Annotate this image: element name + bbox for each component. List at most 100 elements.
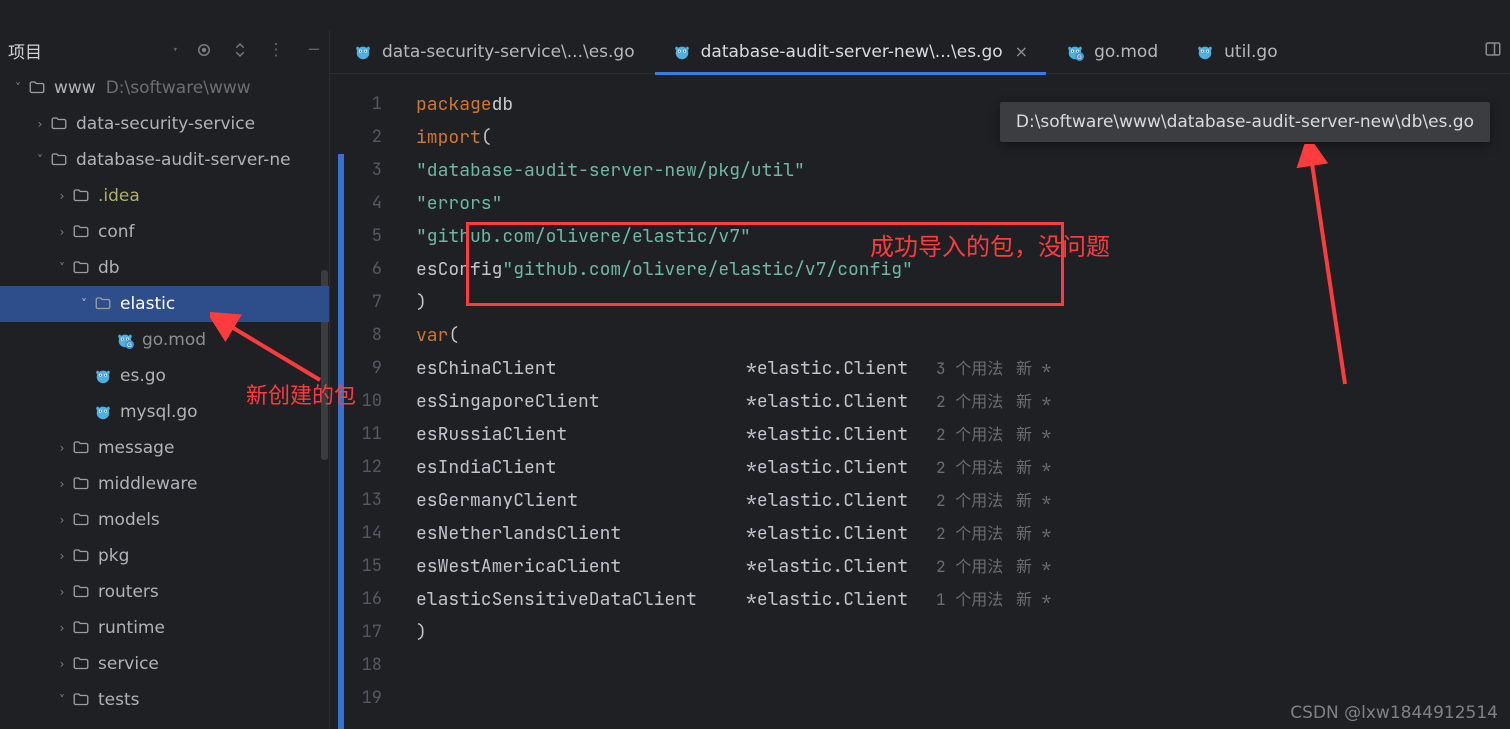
chevron-down-icon[interactable]: ▾ [172,42,179,58]
tree-arrow-icon[interactable]: ˅ [54,693,70,707]
settings-icon[interactable]: ⋮ [265,39,287,61]
go-file-icon [354,43,372,61]
tree-folder[interactable]: ›conf [0,214,329,250]
watermark: CSDN @lxw1844912514 [1290,703,1498,723]
expand-all-icon[interactable] [229,39,251,61]
tree-item-label: message [98,438,174,458]
tree-arrow-icon[interactable]: › [54,189,70,203]
tree-folder[interactable]: ˅ db [0,250,329,286]
project-tree[interactable]: ˅wwwD:\software\www›data-security-servic… [0,70,329,729]
close-icon[interactable]: × [1015,42,1028,61]
tree-arrow-icon[interactable]: › [32,117,48,131]
code-line[interactable]: ) [416,286,1510,319]
editor-tab[interactable]: util.go [1178,30,1295,74]
code-line[interactable]: "database-audit-server-new/pkg/util" [416,154,1510,187]
tree-folder[interactable]: › routers [0,574,329,610]
folder-icon [70,583,92,601]
code-line[interactable]: esIndiaClient*elastic.Client2 个用法 新 * [416,451,1510,484]
tree-arrow-icon[interactable]: › [54,441,70,455]
tree-item-label: .idea [98,186,140,206]
change-marker [338,154,344,729]
code-line[interactable]: elasticSensitiveDataClient*elastic.Clien… [416,583,1510,616]
tab-overflow [1484,40,1510,63]
tree-item-label: go.mod [142,330,206,350]
code-line[interactable]: esSingaporeClient*elastic.Client2 个用法 新 … [416,385,1510,418]
editor-tab[interactable]: database-audit-server-new\...\es.go× [655,30,1046,74]
folder-icon [70,223,92,241]
sidebar-header: 项目 ▾ ⋮ — [0,30,329,70]
tree-folder[interactable]: ˅wwwD:\software\www [0,70,329,106]
tree-folder[interactable]: ˅tests [0,682,329,718]
tree-file[interactable]: ·es.go [0,358,329,394]
code-content[interactable]: package dbimport ( "database-audit-serve… [398,74,1510,729]
code-line[interactable]: "errors" [416,187,1510,220]
sidebar-title[interactable]: 项目 [8,38,42,63]
code-line[interactable]: var ( [416,319,1510,352]
tree-folder[interactable]: › message [0,430,329,466]
tree-folder[interactable]: › .idea [0,178,329,214]
tree-folder[interactable]: › pkg [0,538,329,574]
tree-arrow-icon[interactable]: ˅ [10,81,26,95]
tree-item-label: middleware [98,474,197,494]
tree-arrow-icon[interactable]: › [54,513,70,527]
tree-file[interactable]: ·mysql.go [0,394,329,430]
split-right-icon[interactable] [1484,40,1502,63]
tree-folder[interactable]: ˅elastic [0,286,329,322]
tree-arrow-icon[interactable]: ˅ [54,261,70,275]
tab-label: go.mod [1094,42,1158,62]
editor-tab[interactable]: Ggo.mod [1048,30,1176,74]
code-line[interactable]: "github.com/olivere/elastic/v7" [416,220,1510,253]
folder-icon [70,439,92,457]
folder-icon [70,475,92,493]
path-tooltip: D:\software\www\database-audit-server-ne… [1000,102,1490,142]
code-line[interactable]: esChinaClient*elastic.Client3 个用法 新 * [416,352,1510,385]
code-editor[interactable]: 12345678910111213141516171819 package db… [330,74,1510,729]
code-line[interactable]: esGermanyClient*elastic.Client2 个用法 新 * [416,484,1510,517]
tree-file[interactable]: ·Ggo.mod [0,322,329,358]
folder-icon [70,547,92,565]
tree-item-label: models [98,510,160,530]
tree-arrow-icon[interactable]: › [54,585,70,599]
tree-item-label: pkg [98,546,129,566]
tree-arrow-icon[interactable]: ˅ [32,153,48,167]
code-line[interactable]: ) [416,616,1510,649]
tree-folder[interactable]: ›data-security-service [0,106,329,142]
tree-arrow-icon[interactable]: › [54,657,70,671]
folder-icon [70,511,92,529]
code-line[interactable]: esConfig "github.com/olivere/elastic/v7/… [416,253,1510,286]
editor-tab[interactable]: data-security-service\...\es.go [336,30,653,74]
tree-arrow-icon[interactable]: › [54,225,70,239]
tree-item-label: routers [98,582,159,602]
code-line[interactable]: esRussiaClient*elastic.Client2 个用法 新 * [416,418,1510,451]
go-file-icon [1196,43,1214,61]
folder-icon [70,619,92,637]
folder-icon [92,295,114,313]
editor-tabs: data-security-service\...\es.go database-… [330,30,1510,74]
tree-arrow-icon[interactable]: › [54,477,70,491]
folder-icon [70,655,92,673]
tree-folder[interactable]: › models [0,502,329,538]
go-file-icon [92,367,114,385]
tree-folder[interactable]: ˅ database-audit-server-ne [0,142,329,178]
tree-item-label: service [98,654,159,674]
tab-label: util.go [1224,42,1277,62]
hide-icon[interactable]: — [301,39,323,61]
svg-text:G: G [127,342,132,349]
editor-area: data-security-service\...\es.go database-… [330,30,1510,729]
folder-icon [26,79,48,97]
go-package-icon: G [114,331,136,349]
tree-folder[interactable]: › runtime [0,610,329,646]
project-sidebar: 项目 ▾ ⋮ — ˅wwwD:\software\www›data-securi… [0,30,330,729]
tree-folder[interactable]: › service [0,646,329,682]
code-line[interactable]: esNetherlandsClient*elastic.Client2 个用法 … [416,517,1510,550]
select-opened-file-icon[interactable] [193,39,215,61]
tree-item-label: database-audit-server-ne [76,150,291,170]
tree-item-label: runtime [98,618,165,638]
code-line[interactable]: esWestAmericaClient*elastic.Client2 个用法 … [416,550,1510,583]
tree-arrow-icon[interactable]: › [54,621,70,635]
tree-arrow-icon[interactable]: ˅ [76,297,92,311]
tree-arrow-icon[interactable]: › [54,549,70,563]
tab-label: data-security-service\...\es.go [382,42,635,62]
tree-item-label: db [98,258,120,278]
tree-folder[interactable]: › middleware [0,466,329,502]
